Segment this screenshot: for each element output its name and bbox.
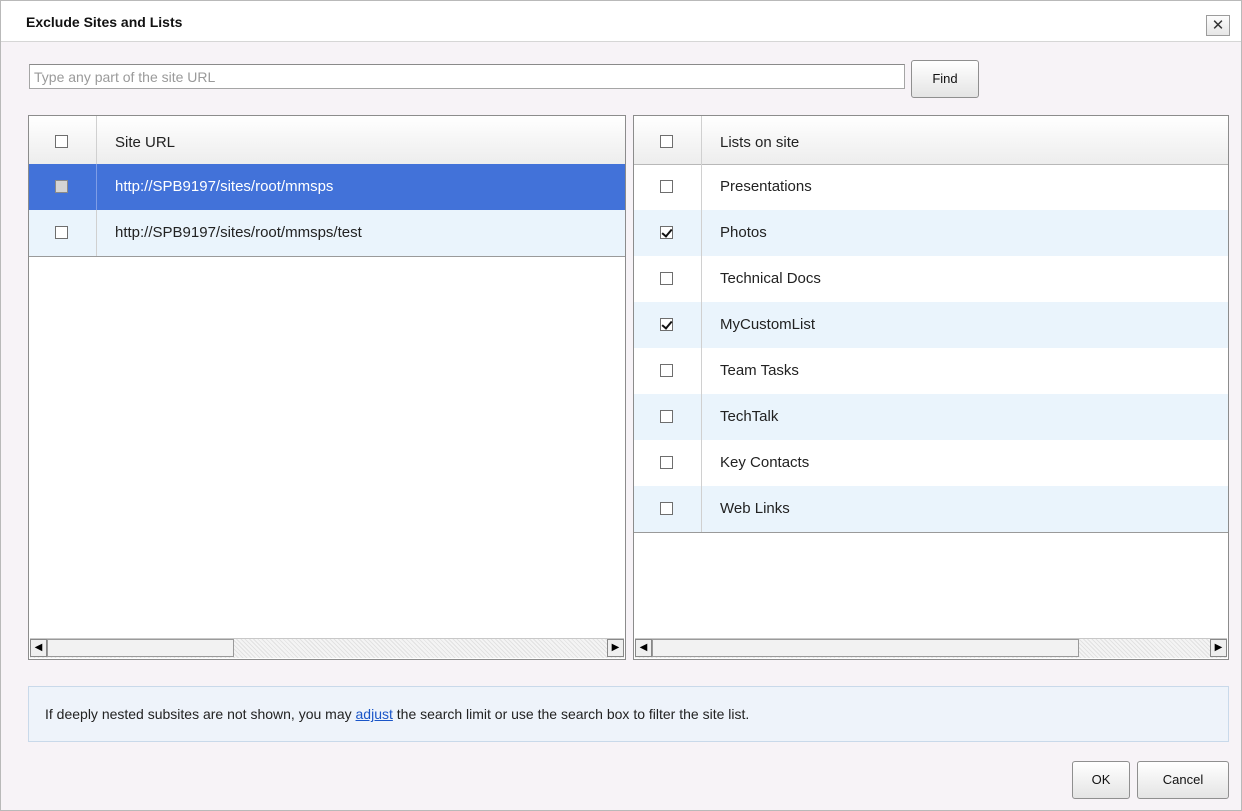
info-message: If deeply nested subsites are not shown,…: [45, 706, 749, 722]
sites-grid-header: Site URL: [29, 116, 625, 165]
sites-horizontal-scrollbar[interactable]: ◀ ▶: [30, 638, 624, 658]
sites-grid: Site URL http://SPB9197/sites/root/mmsps…: [28, 115, 626, 660]
list-row-checkbox[interactable]: [660, 364, 673, 377]
site-row[interactable]: http://SPB9197/sites/root/mmsps: [29, 164, 625, 210]
scroll-thumb[interactable]: [652, 639, 1079, 657]
nested-subsites-info-box: If deeply nested subsites are not shown,…: [28, 686, 1229, 742]
list-name-text: TechTalk: [720, 408, 779, 425]
lists-grid-header: Lists on site: [634, 116, 1228, 165]
list-row-checkbox[interactable]: [660, 272, 673, 285]
column-divider: [701, 256, 702, 302]
info-text-before: If deeply nested subsites are not shown,…: [45, 706, 356, 722]
scroll-right-arrow-icon[interactable]: ▶: [1210, 639, 1227, 657]
site-row-checkbox[interactable]: [55, 180, 68, 193]
column-divider: [701, 302, 702, 348]
column-divider: [96, 164, 97, 210]
scroll-right-arrow-icon[interactable]: ▶: [607, 639, 624, 657]
column-divider: [701, 348, 702, 394]
site-url-text: http://SPB9197/sites/root/mmsps: [115, 178, 334, 195]
select-all-sites-checkbox[interactable]: [55, 135, 68, 148]
site-url-search-input[interactable]: [29, 64, 905, 89]
column-divider: [96, 116, 97, 164]
cancel-button[interactable]: Cancel: [1137, 761, 1229, 799]
list-name-text: Key Contacts: [720, 454, 810, 471]
lists-horizontal-scrollbar[interactable]: ◀ ▶: [635, 638, 1227, 658]
list-name-text: Photos: [720, 224, 767, 241]
site-url-column-header[interactable]: Site URL: [115, 134, 175, 151]
site-url-text: http://SPB9197/sites/root/mmsps/test: [115, 224, 362, 241]
column-divider: [701, 210, 702, 256]
column-divider: [701, 440, 702, 486]
site-row[interactable]: http://SPB9197/sites/root/mmsps/test: [29, 210, 625, 256]
column-divider: [701, 164, 702, 210]
close-button[interactable]: ✕: [1206, 15, 1230, 36]
column-divider: [701, 116, 702, 164]
list-row-checkbox[interactable]: [660, 502, 673, 515]
info-text-after: the search limit or use the search box t…: [392, 706, 750, 722]
rows-end-divider: [29, 256, 625, 257]
list-row-checkbox[interactable]: [660, 410, 673, 423]
scroll-thumb[interactable]: [47, 639, 234, 657]
list-row-checkbox[interactable]: [660, 456, 673, 469]
list-row[interactable]: Photos: [634, 210, 1228, 256]
ok-button[interactable]: OK: [1072, 761, 1130, 799]
dialog-titlebar: Exclude Sites and Lists ✕: [1, 1, 1241, 42]
close-icon: ✕: [1211, 17, 1225, 34]
list-row-checkbox[interactable]: [660, 318, 673, 331]
list-row[interactable]: TechTalk: [634, 394, 1228, 440]
list-row[interactable]: Presentations: [634, 164, 1228, 210]
adjust-search-limit-link[interactable]: adjust: [356, 706, 393, 722]
scroll-left-arrow-icon[interactable]: ◀: [30, 639, 47, 657]
list-name-text: MyCustomList: [720, 316, 816, 333]
list-row-checkbox[interactable]: [660, 180, 673, 193]
exclude-sites-dialog: Exclude Sites and Lists ✕ Find Site URL …: [0, 0, 1242, 811]
list-row-checkbox[interactable]: [660, 226, 673, 239]
list-name-text: Team Tasks: [720, 362, 799, 379]
scroll-left-arrow-icon[interactable]: ◀: [635, 639, 652, 657]
list-row[interactable]: Team Tasks: [634, 348, 1228, 394]
site-row-checkbox[interactable]: [55, 226, 68, 239]
list-name-text: Technical Docs: [720, 270, 821, 287]
dialog-title: Exclude Sites and Lists: [26, 14, 183, 30]
list-row[interactable]: MyCustomList: [634, 302, 1228, 348]
select-all-lists-checkbox[interactable]: [660, 135, 673, 148]
list-row[interactable]: Technical Docs: [634, 256, 1228, 302]
list-name-text: Presentations: [720, 178, 812, 195]
list-name-text: Web Links: [720, 500, 790, 517]
rows-end-divider: [634, 532, 1228, 533]
find-button[interactable]: Find: [911, 60, 979, 98]
column-divider: [701, 486, 702, 532]
lists-grid: Lists on site Presentations Photos Technic…: [633, 115, 1229, 660]
list-row[interactable]: Web Links: [634, 486, 1228, 532]
lists-on-site-column-header[interactable]: Lists on site: [720, 134, 799, 151]
list-row[interactable]: Key Contacts: [634, 440, 1228, 486]
column-divider: [701, 394, 702, 440]
column-divider: [96, 210, 97, 256]
